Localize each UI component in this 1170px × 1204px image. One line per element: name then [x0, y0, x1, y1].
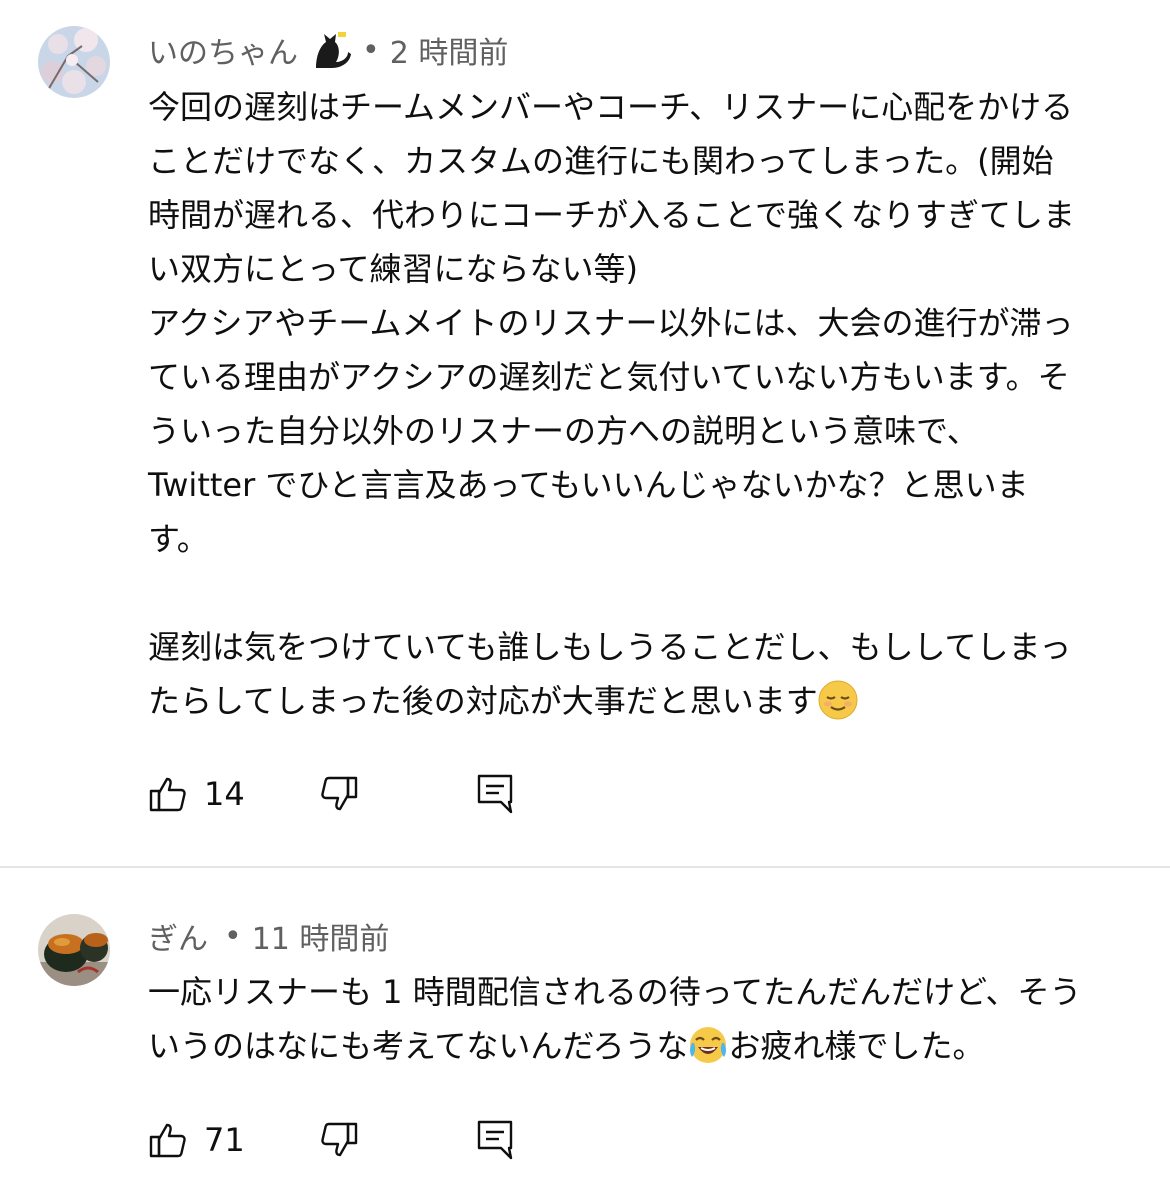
- reply-button[interactable]: [475, 772, 515, 816]
- comment-text-part2: お疲れ様でした。: [728, 1027, 985, 1065]
- comment-timestamp[interactable]: 11 時間前: [252, 914, 390, 958]
- like-button[interactable]: 71: [148, 1120, 245, 1160]
- dislike-button[interactable]: [319, 1120, 359, 1160]
- tears-of-joy-emoji: [688, 1025, 728, 1065]
- like-count: 14: [204, 775, 245, 813]
- dislike-button[interactable]: [319, 774, 359, 814]
- comment-actions: 71: [148, 1118, 515, 1162]
- thumbs-up-icon: [148, 1120, 188, 1160]
- reply-comment-icon: [475, 772, 515, 816]
- cherry-blossom-avatar-icon: [38, 26, 110, 98]
- reply-button[interactable]: [475, 1118, 515, 1162]
- comment-header: いのちゃん • 2 時間前: [148, 28, 508, 72]
- like-count: 71: [204, 1121, 245, 1159]
- relieved-face-emoji: [818, 680, 858, 720]
- thumbs-down-icon: [319, 774, 359, 814]
- like-button[interactable]: 14: [148, 774, 245, 814]
- black-cat-icon: [310, 28, 354, 72]
- author-name[interactable]: いのちゃん: [148, 28, 298, 72]
- comment-divider: [0, 866, 1170, 868]
- thumbs-down-icon: [319, 1120, 359, 1160]
- comment-body: 一応リスナーも 1 時間配信されるの待ってたんだんだけど、そう いうのはなにも考…: [148, 965, 1138, 1073]
- comment-actions: 14: [148, 772, 515, 816]
- thumbs-up-icon: [148, 774, 188, 814]
- comment-timestamp[interactable]: 2 時間前: [390, 28, 509, 72]
- separator-dot: •: [224, 918, 242, 954]
- comment-text: 今回の遅刻はチームメンバーやコーチ、リスナーに心配をかける ことだけでなく、カス…: [148, 88, 1076, 720]
- avatar[interactable]: [38, 26, 110, 98]
- author-name[interactable]: ぎん: [148, 914, 208, 958]
- comment-body: 今回の遅刻はチームメンバーやコーチ、リスナーに心配をかける ことだけでなく、カス…: [148, 80, 1138, 728]
- comment-header: ぎん • 11 時間前: [148, 914, 389, 958]
- sushi-avatar-icon: [38, 914, 110, 986]
- avatar[interactable]: [38, 914, 110, 986]
- reply-comment-icon: [475, 1118, 515, 1162]
- separator-dot: •: [362, 32, 380, 68]
